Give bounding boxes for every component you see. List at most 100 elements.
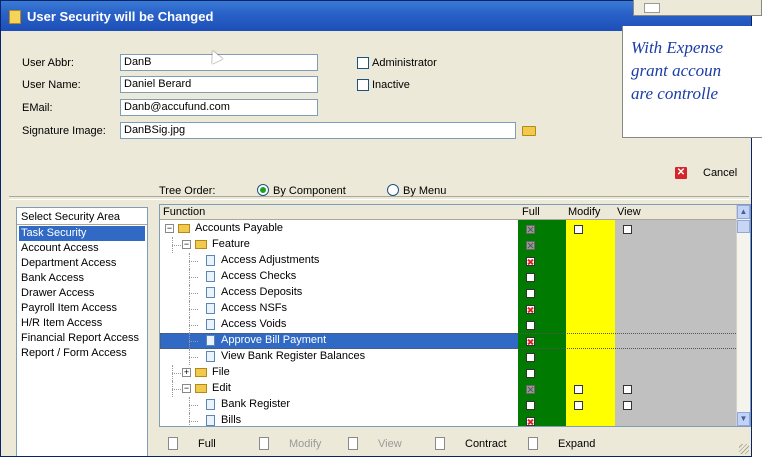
full-permission-checkbox[interactable]	[526, 321, 535, 330]
full-permission-checkbox[interactable]	[526, 257, 535, 266]
cancel-label: Cancel	[703, 167, 738, 179]
signature-image-input[interactable]: DanBSig.jpg	[120, 122, 516, 139]
tree-row[interactable]: − Feature	[160, 237, 740, 253]
full-permission-checkbox[interactable]	[526, 385, 535, 394]
inactive-checkbox[interactable]	[357, 79, 369, 91]
tree-connector	[189, 269, 190, 285]
tree-row[interactable]: Approve Bill Payment	[160, 333, 740, 349]
security-area-item[interactable]: Report / Form Access	[19, 346, 145, 361]
security-area-item[interactable]: Task Security	[19, 226, 145, 241]
by-menu-radio[interactable]	[387, 184, 399, 196]
scroll-up-icon[interactable]: ▲	[737, 205, 750, 219]
tree-row[interactable]: Access Checks	[160, 269, 740, 285]
tree-row-label: Bills	[221, 414, 242, 426]
scroll-thumb[interactable]	[737, 220, 750, 233]
tree-connector	[189, 341, 198, 342]
resize-grip[interactable]	[739, 444, 749, 454]
tree-connector	[189, 405, 198, 406]
view-permission-checkbox[interactable]	[623, 225, 632, 234]
tree-row[interactable]: View Bank Register Balances	[160, 349, 740, 365]
full-permission-checkbox[interactable]	[526, 337, 535, 346]
scroll-down-icon[interactable]: ▼	[737, 412, 750, 426]
folder-icon	[195, 384, 207, 393]
note-line: are controlle	[631, 84, 719, 103]
tree-row-label: View Bank Register Balances	[221, 350, 366, 362]
tree-connector	[189, 357, 198, 358]
view-column-header[interactable]: View	[615, 205, 737, 220]
document-icon	[206, 351, 215, 362]
security-area-item[interactable]: H/R Item Access	[19, 316, 145, 331]
security-tree: Function Full Modify View − Accounts Paya…	[159, 204, 751, 427]
modify-permission-checkbox[interactable]	[574, 401, 583, 410]
collapse-icon[interactable]: −	[182, 384, 191, 393]
tree-row[interactable]: Bank Register	[160, 397, 740, 413]
note-line: With Expense	[631, 38, 724, 57]
tree-row[interactable]: − Edit	[160, 381, 740, 397]
by-component-radio[interactable]	[257, 184, 269, 196]
security-area-item[interactable]: Bank Access	[19, 271, 145, 286]
tree-connector	[189, 309, 198, 310]
form-separator	[9, 196, 749, 200]
signature-image-label: Signature Image:	[22, 125, 106, 137]
security-area-item[interactable]: Payroll Item Access	[19, 301, 145, 316]
window-title: User Security will be Changed	[27, 9, 214, 24]
window-icon	[9, 10, 21, 24]
view-permission-checkbox[interactable]	[623, 401, 632, 410]
full-permission-checkbox[interactable]	[526, 225, 535, 234]
tree-row[interactable]: Bills	[160, 413, 740, 426]
by-component-label: By Component	[273, 185, 346, 197]
modify-permission-checkbox[interactable]	[574, 225, 583, 234]
full-permission-checkbox[interactable]	[526, 353, 535, 362]
full-permission-checkbox[interactable]	[526, 369, 535, 378]
collapse-icon[interactable]: −	[182, 240, 191, 249]
user-name-input[interactable]: Daniel Berard	[120, 76, 318, 93]
full-permission-checkbox[interactable]	[526, 417, 535, 426]
full-permission-checkbox[interactable]	[526, 241, 535, 250]
tree-row[interactable]: Access NSFs	[160, 301, 740, 317]
document-icon	[206, 303, 215, 314]
document-icon	[206, 399, 215, 410]
view-permission-checkbox[interactable]	[623, 385, 632, 394]
full-icon	[168, 437, 178, 450]
tree-row[interactable]: Access Deposits	[160, 285, 740, 301]
security-area-item[interactable]: Financial Report Access	[19, 331, 145, 346]
user-name-label: User Name:	[22, 79, 81, 91]
tree-row-label: Access NSFs	[221, 302, 288, 314]
tree-connector	[189, 325, 198, 326]
full-permission-checkbox[interactable]	[526, 305, 535, 314]
tree-vertical-scrollbar[interactable]: ▲ ▼	[736, 205, 750, 426]
tree-connector	[189, 349, 190, 365]
document-icon	[206, 255, 215, 266]
tree-connector	[189, 421, 198, 422]
function-column-header[interactable]: Function	[160, 205, 518, 220]
tree-connector	[189, 285, 190, 301]
browse-folder-icon[interactable]	[522, 126, 536, 136]
email-input[interactable]: Danb@accufund.com	[120, 99, 318, 116]
full-permission-checkbox[interactable]	[526, 401, 535, 410]
tree-row[interactable]: Access Voids	[160, 317, 740, 333]
tree-connector	[172, 245, 181, 246]
tree-row-label: Accounts Payable	[195, 222, 284, 234]
administrator-checkbox[interactable]	[357, 57, 369, 69]
full-column-header[interactable]: Full	[518, 205, 566, 220]
modify-permission-checkbox[interactable]	[574, 385, 583, 394]
button-label: Expand	[558, 438, 596, 450]
administrator-label: Administrator	[372, 57, 437, 69]
expand-icon[interactable]: +	[182, 368, 191, 377]
security-area-item[interactable]: Account Access	[19, 241, 145, 256]
security-area-item[interactable]: Drawer Access	[19, 286, 145, 301]
note-top-frame	[633, 0, 762, 16]
collapse-icon[interactable]: −	[165, 224, 174, 233]
tree-row[interactable]: Access Adjustments	[160, 253, 740, 269]
tree-row-label: Bank Register	[221, 398, 291, 410]
tree-connector	[189, 293, 198, 294]
full-permission-checkbox[interactable]	[526, 289, 535, 298]
modify-column-header[interactable]: Modify	[566, 205, 615, 220]
note-top-inner	[644, 3, 660, 13]
full-permission-checkbox[interactable]	[526, 273, 535, 282]
expand-icon	[528, 437, 538, 450]
tree-row[interactable]: + File	[160, 365, 740, 381]
security-area-item[interactable]: Department Access	[19, 256, 145, 271]
tree-order-label: Tree Order:	[159, 185, 216, 197]
tree-row[interactable]: − Accounts Payable	[160, 221, 740, 237]
